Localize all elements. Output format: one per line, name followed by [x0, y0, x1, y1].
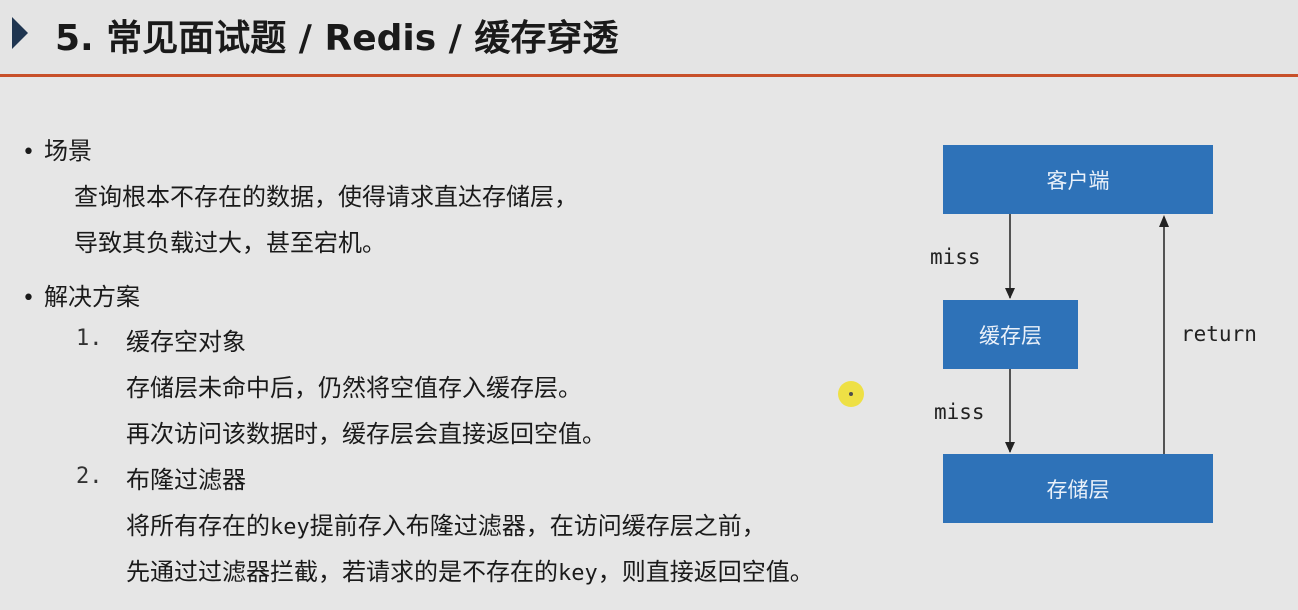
arrowhead-down-icon — [1005, 288, 1015, 299]
mouse-cursor-highlight-icon — [838, 381, 864, 407]
return-label: return — [1181, 322, 1257, 346]
miss-label-1: miss — [930, 245, 981, 269]
diagram-arrows — [1005, 214, 1169, 454]
miss-label-2: miss — [934, 400, 985, 424]
arrowhead-down-icon — [1005, 442, 1015, 453]
arrowhead-up-icon — [1159, 215, 1169, 227]
